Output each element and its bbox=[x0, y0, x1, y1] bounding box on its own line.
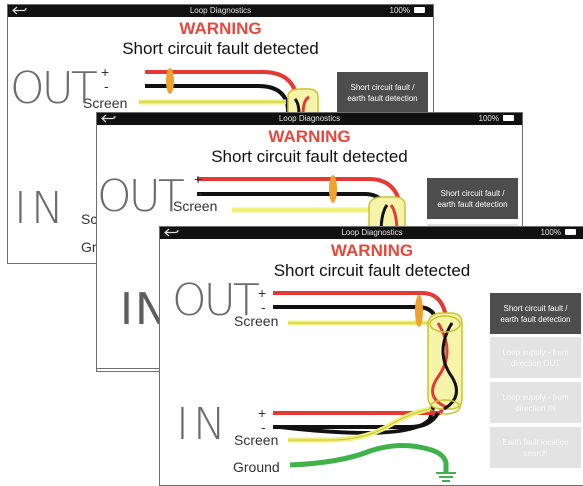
divider bbox=[96, 368, 160, 369]
short-circuit-detection-button[interactable]: Short circuit fault / earth fault detect… bbox=[490, 293, 581, 334]
short-circuit-detection-button[interactable]: Short circuit fault / earth fault detect… bbox=[427, 178, 518, 219]
ground-label: Ground bbox=[233, 459, 280, 475]
out-minus-label: - bbox=[104, 78, 109, 94]
ground-wire bbox=[289, 443, 449, 473]
fault-marker bbox=[329, 175, 337, 203]
earth-fault-search-button[interactable]: Earth fault location search bbox=[490, 427, 581, 468]
ground-label-partial: Gr bbox=[81, 239, 97, 255]
in-screen-label: Screen bbox=[234, 432, 279, 448]
out-label: OUT bbox=[97, 171, 185, 222]
in-label: IN bbox=[176, 399, 230, 450]
ground-symbol-icon bbox=[436, 472, 456, 482]
loop-supply-out-button[interactable]: Loop supply - from direction OUT bbox=[490, 337, 581, 378]
in-screen-label-partial: Sc bbox=[81, 211, 98, 227]
fault-marker bbox=[415, 295, 423, 327]
out-label: OUT bbox=[10, 63, 98, 114]
screen-wire-out bbox=[232, 202, 382, 213]
loop-supply-in-button[interactable]: Loop supply - from direction IN bbox=[490, 382, 581, 423]
in-label: IN bbox=[14, 183, 68, 234]
short-circuit-detection-button[interactable]: Short circuit fault / earth fault detect… bbox=[337, 72, 428, 113]
fault-marker bbox=[166, 68, 174, 94]
out-screen-label: Screen bbox=[234, 313, 279, 329]
diagnostics-screen-front: Loop Diagnostics 100% WARNING Short circ… bbox=[159, 226, 583, 486]
